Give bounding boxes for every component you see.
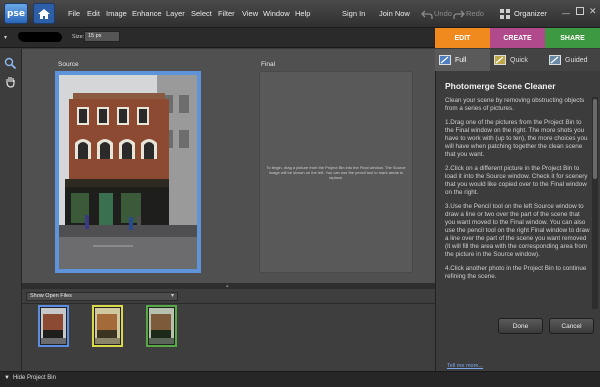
- redo-label[interactable]: Redo: [466, 9, 484, 18]
- menu-filter[interactable]: Filter: [218, 9, 235, 18]
- tell-me-more-link[interactable]: Tell me more...: [447, 363, 483, 369]
- undo-icon[interactable]: [421, 7, 433, 25]
- menu-help[interactable]: Help: [295, 9, 310, 18]
- bin-dropdown[interactable]: Show Open Files: [26, 292, 178, 301]
- source-image-window[interactable]: [55, 71, 201, 273]
- tab-create-label: CREATE: [503, 34, 532, 42]
- done-label: Done: [512, 322, 529, 330]
- panel-title: Photomerge Scene Cleaner: [445, 81, 556, 91]
- tools-panel: [0, 49, 22, 371]
- guided-edit-icon: [549, 55, 561, 65]
- menu-view[interactable]: View: [242, 9, 258, 18]
- thumbnail-photo: [149, 308, 174, 344]
- menu-window[interactable]: Window: [263, 9, 290, 18]
- thumbnail-photo: [41, 308, 66, 344]
- menu-file[interactable]: File: [68, 9, 80, 18]
- menu-enhance[interactable]: Enhance: [132, 9, 162, 18]
- hand-tool-icon[interactable]: [4, 75, 17, 93]
- brush-preview[interactable]: [18, 32, 62, 42]
- bin-thumbnail[interactable]: [92, 305, 123, 347]
- sign-in-link[interactable]: Sign In: [342, 9, 365, 18]
- organizer-button[interactable]: Organizer: [514, 9, 547, 18]
- bin-dropdown-arrow-icon[interactable]: ▾: [171, 292, 174, 299]
- status-bar: [0, 371, 600, 387]
- tool-preset-arrow-icon[interactable]: ▾: [4, 34, 7, 41]
- size-value: 15 px: [88, 33, 102, 39]
- bin-thumbnail[interactable]: [146, 305, 177, 347]
- source-label: Source: [58, 61, 79, 68]
- tab-full[interactable]: Full: [435, 49, 490, 71]
- quick-edit-icon: [494, 55, 506, 65]
- tab-share-label: SHARE: [560, 34, 585, 42]
- panel-scrollbar-thumb[interactable]: [593, 99, 597, 179]
- tab-guided-label: Guided: [565, 56, 588, 64]
- home-icon[interactable]: [33, 3, 55, 24]
- menu-edit[interactable]: Edit: [87, 9, 100, 18]
- instruction-paragraph: 1.Drag one of the pictures from the Proj…: [445, 119, 588, 158]
- hide-project-bin-label: Hide Project Bin: [12, 375, 56, 381]
- tab-guided[interactable]: Guided: [545, 49, 600, 71]
- maximize-icon[interactable]: [576, 7, 584, 15]
- menu-image[interactable]: Image: [106, 9, 127, 18]
- organizer-icon[interactable]: [499, 7, 511, 25]
- tab-share[interactable]: SHARE: [545, 28, 600, 48]
- bin-thumbnail[interactable]: [38, 305, 69, 347]
- project-bin: [22, 289, 435, 371]
- panel-instructions: Clean your scene by removing obstructing…: [445, 97, 591, 309]
- app-logo: pse: [4, 3, 28, 24]
- cancel-button[interactable]: Cancel: [549, 318, 594, 334]
- final-label: Final: [261, 61, 276, 68]
- menu-select[interactable]: Select: [191, 9, 212, 18]
- tab-create[interactable]: CREATE: [490, 28, 545, 48]
- bin-divider: [22, 303, 435, 304]
- instruction-paragraph: 2.Click on a different picture in the Pr…: [445, 165, 588, 196]
- instruction-paragraph: Clean your scene by removing obstructing…: [445, 97, 585, 112]
- bin-dropdown-value: Show Open Files: [30, 293, 72, 299]
- thumbnail-photo: [95, 308, 120, 344]
- collapse-arrow-icon: ▼: [4, 375, 10, 381]
- minimize-icon[interactable]: —: [562, 9, 570, 18]
- close-icon[interactable]: ✕: [589, 6, 597, 17]
- done-button[interactable]: Done: [498, 318, 543, 334]
- tab-edit-label: EDIT: [454, 34, 471, 42]
- tab-quick-label: Quick: [510, 56, 528, 64]
- zoom-tool-icon[interactable]: [4, 57, 17, 75]
- full-edit-icon: [439, 55, 451, 65]
- source-photo: [59, 75, 197, 269]
- size-field[interactable]: 15 px: [84, 31, 120, 42]
- final-window-hint: To begin, drag a picture from the Projec…: [266, 165, 406, 180]
- tab-quick[interactable]: Quick: [490, 49, 545, 71]
- tab-edit[interactable]: EDIT: [435, 28, 490, 48]
- hide-project-bin-toggle[interactable]: ▼ Hide Project Bin: [4, 375, 56, 381]
- redo-icon[interactable]: [453, 7, 465, 25]
- undo-label[interactable]: Undo: [434, 9, 452, 18]
- menu-layer[interactable]: Layer: [166, 9, 185, 18]
- instruction-paragraph: 3.Use the Pencil tool on the left Source…: [445, 203, 590, 258]
- cancel-label: Cancel: [561, 322, 582, 330]
- join-now-link[interactable]: Join Now: [379, 9, 410, 18]
- tab-full-label: Full: [455, 56, 467, 64]
- size-label: Size:: [72, 34, 85, 40]
- instruction-paragraph: 4.Click another photo in the Project Bin…: [445, 265, 587, 280]
